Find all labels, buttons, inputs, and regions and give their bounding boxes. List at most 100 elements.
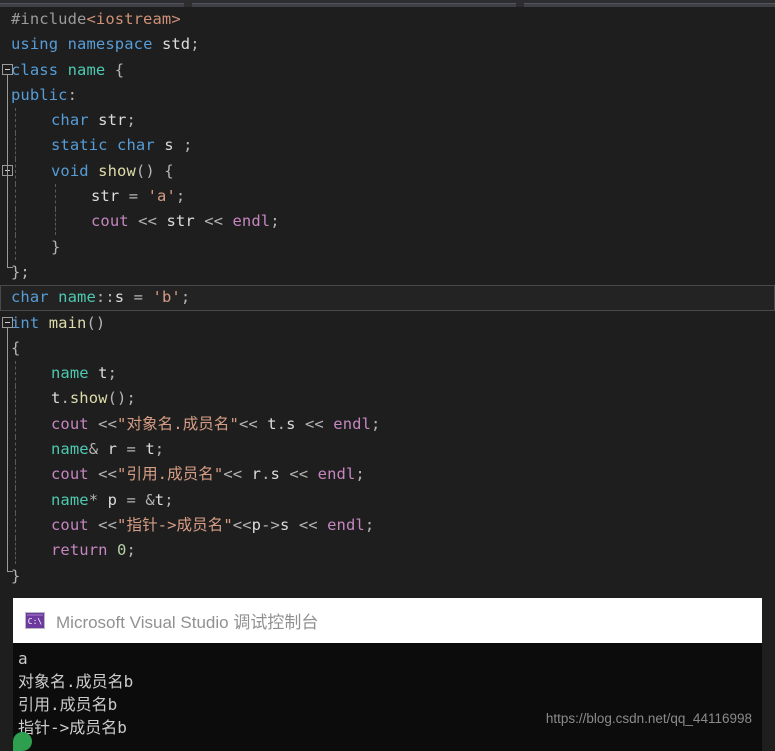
code-line[interactable]: str = 'a'; [0,184,775,210]
block-connector-inner [7,175,8,242]
code-token: . [60,389,70,408]
code-line[interactable]: t.show(); [0,386,775,412]
indent-guide [15,462,16,488]
code-line[interactable]: static char s ; [0,133,775,159]
code-token: name [51,490,89,509]
code-token: str [98,111,127,130]
code-token: & [88,440,108,459]
code-token: ; [175,187,186,206]
indent-guide [15,361,16,387]
code-line-text: #include<iostream> [11,7,181,32]
code-token: 'a' [147,187,176,206]
code-token: } [11,566,21,585]
collapse-toggle-icon[interactable] [2,63,13,75]
code-line-text: cout <<"对象名.成员名"<< t.s << endl; [51,412,380,437]
code-token: () { [135,161,174,180]
code-line-text: name t; [51,361,117,386]
code-token: ; [164,490,174,509]
code-token: . [261,465,271,484]
code-token: { [11,338,21,357]
code-line[interactable]: name& r = t; [0,437,775,463]
code-token: . [276,414,287,433]
code-line[interactable]: }; [0,260,775,285]
code-token: ; [355,465,365,484]
code-line-text: char str; [51,108,136,133]
code-line-text: str = 'a'; [91,184,185,209]
indent-guide [15,184,16,210]
console-cmd-icon: C:\ [25,612,45,629]
code-line-text: } [11,564,20,589]
code-token: s [270,465,280,484]
code-line[interactable]: int main() [0,311,775,336]
code-token: ; [190,35,200,54]
code-token: = [124,288,153,307]
code-token: return [51,541,108,560]
console-output-area[interactable]: a 对象名.成员名b 引用.成员名b 指针->成员名b https://blog.cs… [13,643,762,751]
code-token: = [119,187,148,206]
indent-guide [15,437,16,463]
code-line[interactable]: using namespace std; [0,32,775,57]
code-token: str [91,187,120,206]
code-token: name [51,364,89,383]
code-line[interactable]: char name::s = 'b'; [0,285,775,311]
code-token: t [98,364,108,383]
code-token: * [88,490,108,509]
code-line-text: char name::s = 'b'; [11,285,190,310]
collapse-toggle-icon[interactable] [2,316,13,328]
console-title-label: Microsoft Visual Studio 调试控制台 [56,613,319,632]
code-token: s [279,515,290,534]
code-line[interactable]: cout <<"引用.成员名"<< r.s << endl; [0,462,775,488]
console-titlebar: C:\ Microsoft Visual Studio 调试控制台 [13,598,762,643]
code-line-text: t.show(); [51,386,136,411]
code-token: << [279,465,318,484]
indent-guide [15,386,16,412]
indent-guide [55,184,56,210]
code-token: class [11,60,59,79]
code-token: r [107,440,118,459]
code-token: name [58,288,96,307]
code-token: << [295,414,334,433]
code-token: -> [261,515,280,534]
code-line[interactable]: public: [0,83,775,108]
block-connector [7,327,8,571]
block-connector-foot [7,267,13,268]
indent-guide [15,538,16,564]
code-token: 'b' [152,288,181,307]
code-line[interactable]: name t; [0,361,775,387]
code-line[interactable]: #include<iostream> [0,7,775,32]
code-token: << [223,465,252,484]
code-token: cout [51,465,89,484]
code-line[interactable]: cout << str << endl; [0,209,775,235]
indent-guide [15,411,16,438]
bottom-left-edge [0,733,13,751]
code-token: << [88,414,118,433]
code-token: << [238,414,268,433]
code-token: "指针->成员名" [117,515,233,534]
code-token: char [51,111,89,130]
code-line[interactable]: } [0,234,775,260]
code-line[interactable]: } [0,564,775,589]
code-line[interactable]: name* p = &t; [0,487,775,513]
code-line[interactable]: { [0,336,775,361]
debug-console-window[interactable]: C:\ Microsoft Visual Studio 调试控制台 a 对象名.成… [13,598,762,751]
code-editor[interactable]: #include<iostream> using namespace std; cl… [0,7,775,595]
code-line-text: class name { [11,58,124,83]
code-line[interactable]: char str; [0,108,775,134]
indent-guide [15,158,16,185]
code-line[interactable]: class name { [0,58,775,83]
code-token: p [251,515,262,534]
code-line[interactable]: void show() { [0,158,775,185]
code-line[interactable]: cout <<"指针->成员名"<<p->s << endl; [0,512,775,539]
code-line[interactable]: return 0; [0,538,775,564]
corner-badge-icon [13,732,32,751]
code-token: }; [11,262,30,281]
window-chrome-strip [0,0,775,8]
code-line[interactable]: cout <<"对象名.成员名"<< t.s << endl; [0,411,775,438]
